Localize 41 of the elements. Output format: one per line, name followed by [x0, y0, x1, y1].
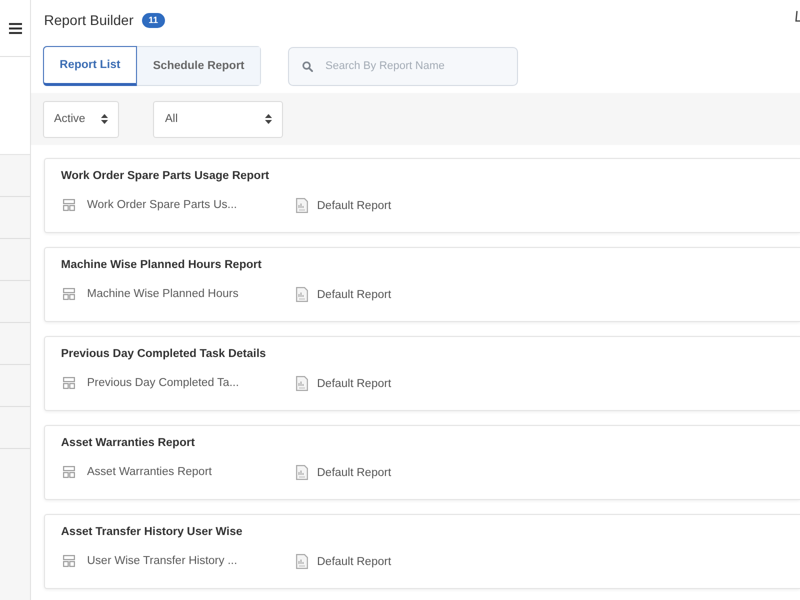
report-title: Previous Day Completed Task Details	[61, 348, 266, 360]
report-name: User Wise Transfer History ...	[87, 554, 238, 566]
report-title: Work Order Spare Parts Usage Report	[61, 170, 270, 182]
page-title: Report Builder	[44, 12, 134, 28]
report-title: Machine Wise Planned Hours Report	[61, 259, 262, 271]
search-field[interactable]: Search By Report Name	[288, 46, 518, 86]
search-icon	[302, 60, 314, 72]
report-name: Asset Warranties Report	[87, 466, 212, 478]
tab[interactable]: Report List	[43, 46, 137, 86]
report-type: Default Report	[317, 466, 392, 478]
report-title: Asset Warranties Report	[61, 437, 195, 449]
report-card[interactable]: Previous Day Completed Task Details Previous Day Completed Ta... Default Report	[44, 336, 800, 411]
dropdown-select[interactable]: Active	[43, 100, 119, 138]
sort-caret-icon	[265, 114, 272, 124]
report-type: Default Report	[317, 378, 392, 390]
report-card[interactable]: Work Order Spare Parts Usage Report Work Order Spare Parts Us... Default Report	[44, 158, 800, 233]
dropdown-select[interactable]: All	[153, 100, 283, 138]
report-title: Asset Transfer History User Wise	[61, 526, 242, 538]
report-type: Default Report	[317, 200, 392, 212]
layout-icon	[63, 198, 75, 210]
menu-icon[interactable]	[9, 22, 22, 34]
count-badge: 11	[142, 12, 166, 28]
report-type: Default Report	[317, 556, 392, 568]
report-card[interactable]: Asset Warranties Report Asset Warranties Report Default Report	[44, 425, 800, 500]
sort-caret-icon	[101, 114, 108, 124]
report-name: Machine Wise Planned Hours	[87, 288, 238, 300]
cut-off-icon[interactable]	[795, 10, 800, 22]
report-card[interactable]: Asset Transfer History User Wise User Wise Transfer History ... Default Report	[44, 514, 800, 589]
report-name: Work Order Spare Parts Us...	[87, 198, 237, 210]
document-icon	[296, 198, 308, 213]
layout-icon	[63, 554, 75, 566]
document-icon	[296, 376, 308, 391]
document-icon	[296, 287, 308, 302]
layout-icon	[63, 376, 75, 388]
report-name: Previous Day Completed Ta...	[87, 376, 239, 388]
layout-icon	[63, 288, 75, 300]
layout-icon	[63, 466, 75, 478]
document-icon	[296, 554, 308, 569]
report-card[interactable]: Machine Wise Planned Hours Report Machine Wise Planned Hours Default Report	[44, 247, 800, 322]
report-type: Default Report	[317, 288, 392, 300]
document-icon	[296, 465, 308, 480]
